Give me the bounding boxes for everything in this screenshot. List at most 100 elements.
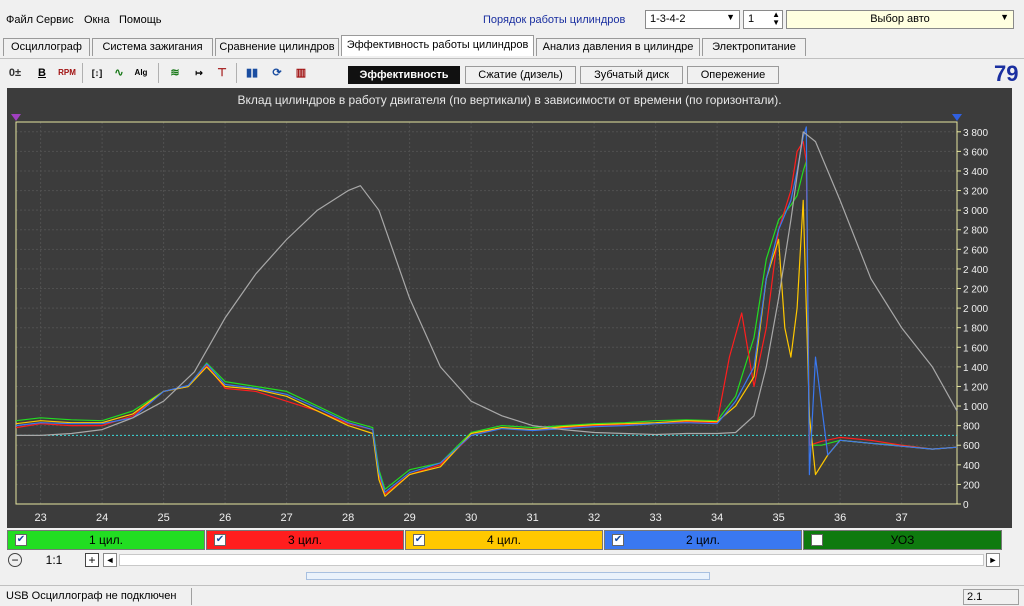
chart-plot: 0 200 400 600 800 1 000 1 200 1 400 1 600 1 800 2 … xyxy=(11,114,988,524)
y-tick-label: 200 xyxy=(963,480,980,491)
x-tick-label: 27 xyxy=(280,512,292,524)
car-select[interactable]: Выбор авто ▼ xyxy=(786,10,1014,29)
overview-scrollbar[interactable] xyxy=(306,572,710,580)
cylinder-spinner[interactable]: 1 ▲ ▼ xyxy=(743,10,783,29)
legend-cyl-1[interactable]: ✔ 1 цил. xyxy=(7,530,205,550)
menu-file[interactable]: Файл xyxy=(6,14,33,26)
tab-cylinder-compare[interactable]: Сравнение цилиндров xyxy=(215,38,339,56)
legend-label: УОЗ xyxy=(890,533,915,547)
menu-windows[interactable]: Окна xyxy=(84,14,110,26)
legend-label: 1 цил. xyxy=(89,533,123,547)
count-icon[interactable]: ↦ xyxy=(190,64,208,82)
bold-b-icon[interactable]: B xyxy=(33,64,51,82)
series-line xyxy=(15,140,958,495)
menu-service[interactable]: Сервис xyxy=(36,14,74,26)
sync-icon[interactable]: ⟳ xyxy=(268,64,286,82)
stats-icon[interactable]: ▥ xyxy=(292,64,310,82)
legend-cyl-3[interactable]: ✔ 3 цил. xyxy=(206,530,404,550)
subtab-compression[interactable]: Сжатие (дизель) xyxy=(465,66,576,84)
status-bar: USB Осциллограф не подключен 2.1 xyxy=(0,585,1024,606)
scroll-left-icon[interactable]: ◄ xyxy=(103,553,117,567)
x-tick-label: 35 xyxy=(773,512,785,524)
y-tick-label: 1 000 xyxy=(963,402,988,413)
y-tick-label: 400 xyxy=(963,461,980,472)
x-tick-label: 26 xyxy=(219,512,231,524)
x-tick-label: 34 xyxy=(711,512,723,524)
zoom-level: 1:1 xyxy=(45,553,63,567)
menu-help[interactable]: Помощь xyxy=(119,14,162,26)
y-tick-label: 3 600 xyxy=(963,147,988,158)
line-icon[interactable]: ∿ xyxy=(110,64,128,82)
y-tick-label: 800 xyxy=(963,422,980,433)
left-marker-icon xyxy=(11,114,21,121)
y-tick-label: 3 200 xyxy=(963,187,988,198)
spinner-updown-icon[interactable]: ▲ ▼ xyxy=(772,11,780,27)
y-tick-label: 2 600 xyxy=(963,245,988,256)
y-tick-label: 3 400 xyxy=(963,167,988,178)
status-text: USB Осциллограф не подключен xyxy=(6,590,177,602)
rpm-icon[interactable]: RPM xyxy=(58,64,76,82)
marker-icon[interactable]: ⊤ xyxy=(213,64,231,82)
y-tick-label: 3 000 xyxy=(963,206,988,217)
series-line xyxy=(15,126,958,493)
toolbar: 0± B RPM [↕] ∿ Alg ≋ ↦ ⊤ ▮▮ ⟳ ▥ Эффектив… xyxy=(0,58,1024,86)
tab-pressure[interactable]: Анализ давления в цилиндре xyxy=(536,38,700,56)
y-tick-label: 2 800 xyxy=(963,226,988,237)
checkbox-uoz[interactable] xyxy=(811,534,823,546)
subtab-efficiency[interactable]: Эффективность xyxy=(348,66,460,84)
legend-label: 3 цил. xyxy=(288,533,322,547)
cylinder-order-select[interactable]: 1-3-4-2 ▼ xyxy=(645,10,740,29)
x-tick-label: 29 xyxy=(403,512,415,524)
legend-cyl-2[interactable]: ✔ 2 цил. xyxy=(604,530,802,550)
menu-bar: Файл Сервис Окна Помощь Порядок работы ц… xyxy=(0,10,1024,32)
chevron-down-icon: ▼ xyxy=(1000,12,1009,22)
checkbox-cyl-1[interactable]: ✔ xyxy=(15,534,27,546)
checkbox-cyl-2[interactable]: ✔ xyxy=(612,534,624,546)
separator xyxy=(236,63,237,83)
y-tick-label: 2 000 xyxy=(963,304,988,315)
subtab-toothed-disc[interactable]: Зубчатый диск xyxy=(580,66,683,84)
filter-icon[interactable]: ≋ xyxy=(166,64,184,82)
legend-cyl-4[interactable]: ✔ 4 цил. xyxy=(405,530,603,550)
cylinder-legend: ✔ 1 цил. ✔ 3 цил. ✔ 4 цил. ✔ 2 цил. УОЗ xyxy=(7,530,1002,550)
zoom-out-icon[interactable]: − xyxy=(8,553,22,567)
tab-power[interactable]: Электропитание xyxy=(702,38,806,56)
y-tick-label: 0 xyxy=(963,500,969,511)
tab-efficiency[interactable]: Эффективность работы цилиндров xyxy=(341,35,534,56)
bars-icon[interactable]: ▮▮ xyxy=(243,64,261,82)
alg-icon[interactable]: Alg xyxy=(132,64,150,82)
x-tick-label: 36 xyxy=(834,512,846,524)
car-select-label: Выбор авто xyxy=(870,13,930,25)
x-tick-label: 30 xyxy=(465,512,477,524)
cylinder-order-value: 1-3-4-2 xyxy=(650,13,686,25)
chevron-down-icon: ▼ xyxy=(726,12,735,22)
checkbox-cyl-4[interactable]: ✔ xyxy=(413,534,425,546)
legend-uoz[interactable]: УОЗ xyxy=(803,530,1002,550)
rpm-readout: 79 xyxy=(994,61,1019,86)
scroll-right-icon[interactable]: ► xyxy=(986,553,1000,567)
separator xyxy=(191,588,192,605)
zoom-in-icon[interactable]: + xyxy=(85,553,99,567)
y-tick-label: 3 800 xyxy=(963,128,988,139)
x-tick-label: 28 xyxy=(342,512,354,524)
cylinder-order-label: Порядок работы цилиндров xyxy=(483,14,626,26)
status-version: 2.1 xyxy=(963,589,1019,605)
x-tick-label: 32 xyxy=(588,512,600,524)
y-tick-label: 1 600 xyxy=(963,343,988,354)
x-tick-label: 25 xyxy=(157,512,169,524)
tab-ignition[interactable]: Система зажигания xyxy=(92,38,213,56)
tab-oscilloscope[interactable]: Осциллограф xyxy=(3,38,90,56)
subtab-advance[interactable]: Опережение xyxy=(687,66,779,84)
horizontal-scrollbar[interactable] xyxy=(119,554,984,566)
scale-icon[interactable]: [↕] xyxy=(88,64,106,82)
series-line xyxy=(15,199,958,497)
checkbox-cyl-3[interactable]: ✔ xyxy=(214,534,226,546)
zoom-icon[interactable]: 0± xyxy=(6,64,24,82)
series-line xyxy=(16,131,958,436)
x-tick-label: 24 xyxy=(96,512,108,524)
efficiency-chart[interactable]: Вклад цилиндров в работу двигателя (по в… xyxy=(7,88,1012,528)
spinner-value: 1 xyxy=(748,13,755,25)
zoom-controls: − 1:1 + ◄ ► xyxy=(7,552,1002,570)
y-tick-label: 2 400 xyxy=(963,265,988,276)
x-tick-label: 37 xyxy=(896,512,908,524)
